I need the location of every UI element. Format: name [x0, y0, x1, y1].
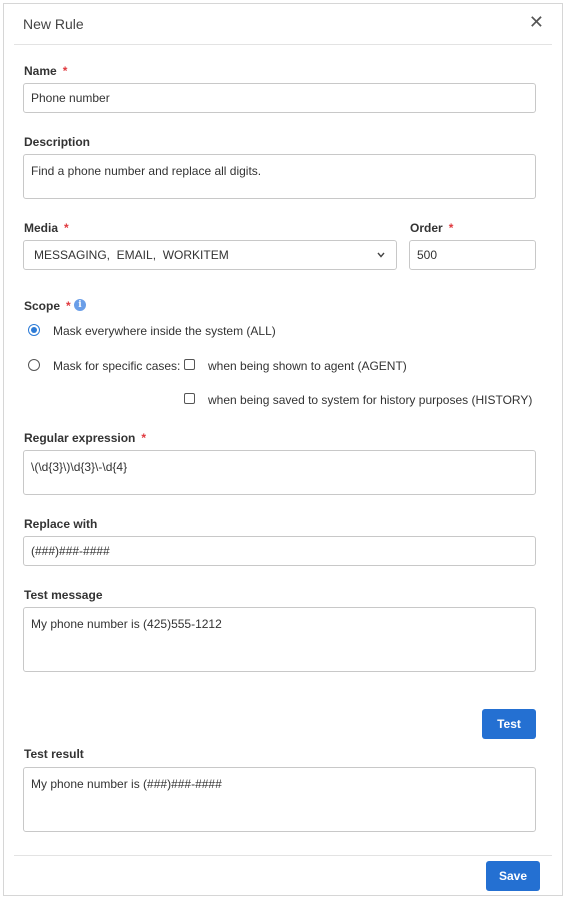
test-message-input[interactable]: My phone number is (425)555-1212 — [23, 607, 536, 672]
close-icon[interactable]: ✕ — [529, 13, 544, 31]
order-label: Order * — [410, 221, 453, 235]
media-select-value: MESSAGING, EMAIL, WORKITEM — [34, 248, 229, 262]
media-select[interactable]: MESSAGING, EMAIL, WORKITEM — [23, 240, 397, 270]
regex-label-text: Regular expression — [24, 431, 136, 445]
scope-radio-all[interactable] — [28, 324, 40, 336]
test-message-label: Test message — [24, 588, 103, 602]
required-marker: * — [141, 431, 147, 445]
history-checkbox[interactable] — [184, 393, 195, 404]
media-label-text: Media — [24, 221, 59, 235]
test-result-output: My phone number is (###)###-#### — [23, 767, 536, 832]
media-label: Media * — [24, 221, 69, 235]
name-label: Name * — [24, 64, 67, 78]
description-label: Description — [24, 135, 91, 149]
dialog-header: New Rule ✕ — [14, 4, 552, 45]
order-label-text: Order — [410, 221, 443, 235]
scope-option-all-label: Mask everywhere inside the system (ALL) — [53, 324, 276, 338]
footer-divider — [14, 855, 552, 856]
name-label-text: Name — [24, 64, 57, 78]
description-input[interactable]: Find a phone number and replace all digi… — [23, 154, 536, 199]
replace-label: Replace with — [24, 517, 98, 531]
agent-checkbox[interactable] — [184, 359, 195, 370]
chevron-down-icon — [377, 252, 385, 258]
regex-label: Regular expression * — [24, 431, 146, 445]
required-marker: * — [448, 221, 454, 235]
required-marker: * — [66, 299, 71, 313]
test-button[interactable]: Test — [482, 709, 536, 739]
scope-radio-specific[interactable] — [28, 359, 40, 371]
test-result-label: Test result — [24, 747, 84, 761]
agent-checkbox-label: when being shown to agent (AGENT) — [208, 359, 407, 373]
name-input[interactable]: Phone number — [23, 83, 536, 113]
replace-input[interactable]: (###)###-#### — [23, 536, 536, 566]
scope-label: Scope * — [24, 299, 71, 313]
scope-label-text: Scope — [24, 299, 61, 313]
new-rule-dialog: New Rule ✕ Name * Phone number Descriptio… — [3, 3, 563, 896]
order-input[interactable]: 500 — [409, 240, 536, 270]
required-marker: * — [62, 64, 68, 78]
regex-input[interactable]: \(\d{3}\)\d{3}\-\d{4} — [23, 450, 536, 495]
required-marker: * — [64, 221, 69, 235]
dialog-title: New Rule — [23, 16, 84, 32]
scope-option-specific-label: Mask for specific cases: — [53, 359, 181, 373]
save-button[interactable]: Save — [486, 861, 540, 891]
history-checkbox-label: when being saved to system for history p… — [208, 393, 533, 407]
info-icon[interactable]: i — [74, 299, 86, 311]
